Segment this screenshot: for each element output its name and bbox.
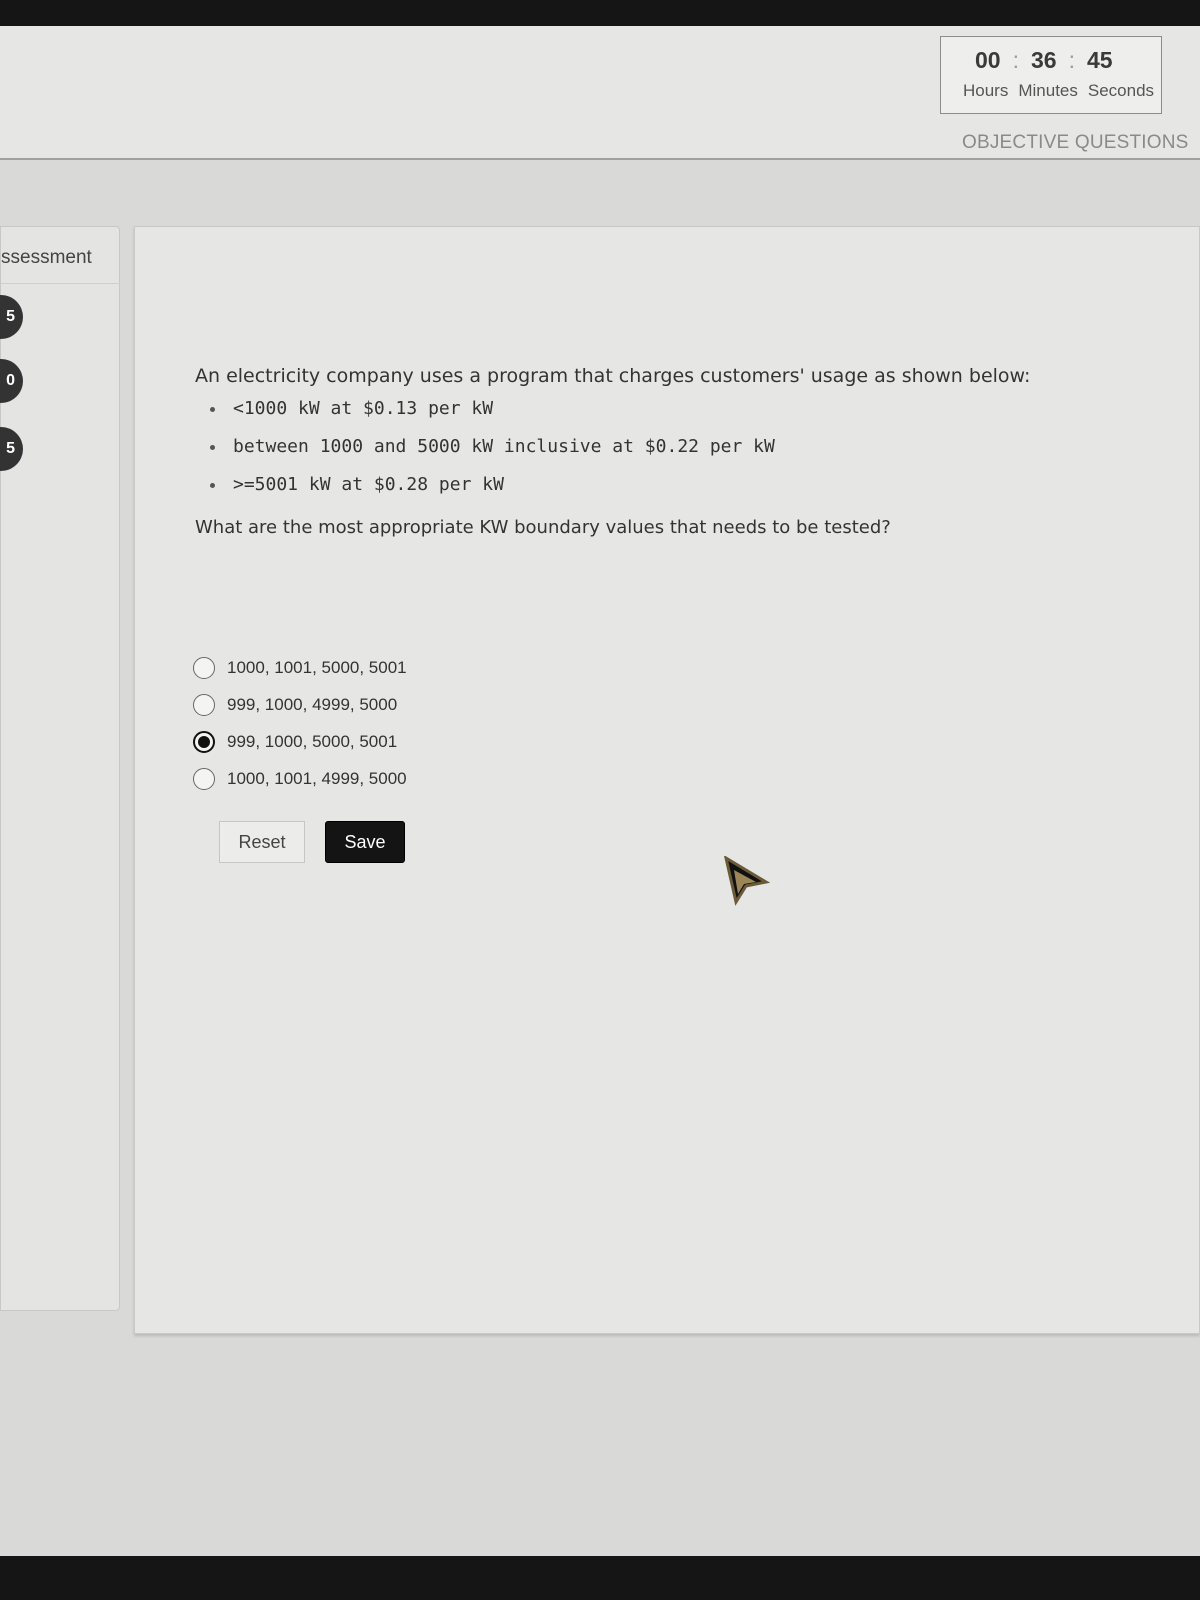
radio-button[interactable]: [193, 730, 215, 753]
answer-option-label: 1000, 1001, 5000, 5001: [227, 657, 407, 677]
answer-option-4[interactable]: 1000, 1001, 4999, 5000: [193, 760, 407, 797]
tab-objective-questions[interactable]: OBJECTIVE QUESTIONS: [962, 132, 1189, 154]
question-prompt: What are the most appropriate KW boundar…: [195, 517, 891, 538]
save-button[interactable]: Save: [325, 821, 405, 863]
answer-option-label: 999, 1000, 4999, 5000: [227, 694, 398, 714]
question-number-button[interactable]: 0: [0, 359, 23, 403]
reset-button[interactable]: Reset: [219, 821, 305, 863]
answer-option-3[interactable]: 999, 1000, 5000, 5001: [193, 723, 407, 760]
screen-bezel-bottom: [0, 1556, 1200, 1600]
timer-minutes-label: Minutes: [1018, 81, 1078, 100]
answer-option-2[interactable]: 999, 1000, 4999, 5000: [193, 686, 407, 723]
assessment-sidebar: ssessment 5 0 5: [0, 226, 120, 1311]
sidebar-title: ssessment: [1, 247, 92, 268]
question-number-button[interactable]: 5: [0, 427, 23, 471]
radio-button[interactable]: [193, 767, 215, 790]
pricing-rules-list: <1000 kW at $0.13 per kW between 1000 an…: [207, 399, 1095, 513]
timer-separator: :: [1068, 47, 1075, 73]
sidebar-divider: [1, 283, 120, 284]
timer-separator: :: [1012, 47, 1019, 73]
question-intro: An electricity company uses a program th…: [195, 365, 1031, 387]
timer-minutes: 36: [1030, 47, 1057, 73]
answer-option-1[interactable]: 1000, 1001, 5000, 5001: [193, 649, 407, 686]
radio-button[interactable]: [193, 656, 215, 679]
countdown-timer: 00 : 36 : 45 Hours Minutes Seconds: [940, 36, 1162, 114]
question-body: An electricity company uses a program th…: [195, 365, 1095, 538]
pricing-rule: <1000 kW at $0.13 per kW: [207, 399, 1095, 437]
timer-seconds-label: Seconds: [1087, 81, 1155, 100]
answer-options: 1000, 1001, 5000, 5001 999, 1000, 4999, …: [193, 649, 407, 797]
timer-hours-label: Hours: [963, 81, 1009, 100]
timer-values: 00 : 36 : 45: [975, 47, 1113, 74]
timer-labels: Hours Minutes Seconds: [963, 81, 1154, 101]
pricing-rule: >=5001 kW at $0.28 per kW: [207, 475, 1095, 513]
pricing-rule: between 1000 and 5000 kW inclusive at $0…: [207, 437, 1095, 475]
screen-bezel-top: [0, 0, 1200, 26]
pointer-arrow-icon: [724, 856, 770, 906]
question-number-button[interactable]: 5: [0, 295, 23, 339]
timer-seconds: 45: [1086, 47, 1113, 73]
answer-option-label: 999, 1000, 5000, 5001: [227, 731, 398, 751]
radio-button[interactable]: [193, 693, 215, 716]
answer-option-label: 1000, 1001, 4999, 5000: [227, 768, 407, 788]
page-header: 00 : 36 : 45 Hours Minutes Seconds OBJECTI…: [0, 26, 1200, 160]
timer-hours: 00: [975, 47, 1001, 73]
question-panel: An electricity company uses a program th…: [134, 226, 1200, 1334]
action-buttons: Reset Save: [219, 821, 405, 863]
